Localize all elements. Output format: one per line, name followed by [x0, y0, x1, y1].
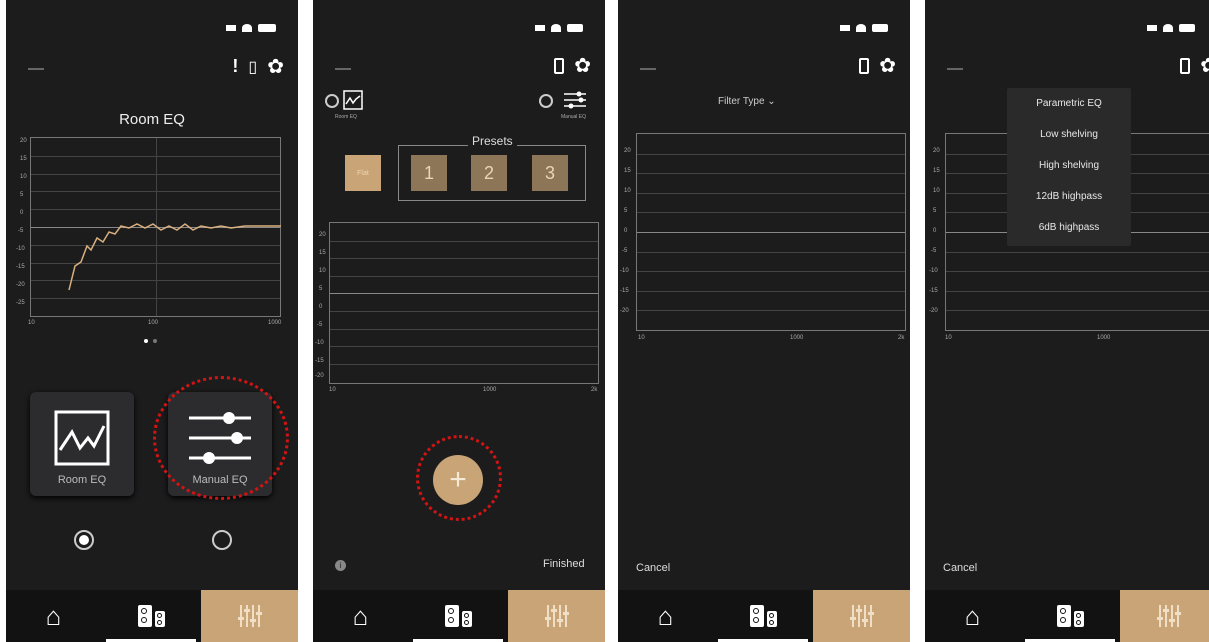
room-eq-radio[interactable] — [325, 94, 339, 108]
gear-icon[interactable]: ✿ — [1200, 56, 1209, 76]
alert-icon[interactable]: ! — [232, 56, 238, 77]
filter-type-menu: Parametric EQ Low shelving High shelving… — [1007, 88, 1131, 246]
screen-room-eq: ! ▯ ✿ Room EQ 20 15 10 5 0 -5 -10 -15 -2… — [6, 0, 298, 642]
room-eq-radio[interactable] — [74, 530, 94, 550]
room-eq-label: Room EQ — [335, 114, 357, 120]
screen-filter-menu: ✿ 20 15 10 5 0 -5 -10 -15 -20 10 1000 Pa… — [925, 0, 1209, 642]
filter-type-label: Filter Type — [718, 96, 765, 107]
preset-flat[interactable]: Flat — [345, 155, 381, 191]
room-eq-icon[interactable] — [343, 90, 363, 110]
phone-icon[interactable] — [554, 58, 565, 74]
back-button[interactable] — [28, 68, 44, 70]
tab-speakers[interactable] — [408, 590, 508, 642]
screen-filter-type: ✿ Filter Type ⌄ 20 15 10 5 0 -5 -10 -15 … — [618, 0, 910, 642]
manual-eq-label: Manual EQ — [561, 114, 587, 120]
finished-button[interactable]: Finished — [543, 558, 585, 570]
manual-eq-radio[interactable] — [212, 530, 232, 550]
tab-equalizer[interactable] — [813, 590, 910, 642]
menu-item-low-shelving[interactable]: Low shelving — [1007, 119, 1131, 150]
eq-chart — [329, 222, 599, 384]
room-eq-label: Room EQ — [57, 474, 107, 486]
home-icon: ⌂ — [45, 601, 62, 631]
room-eq-icon — [54, 410, 110, 466]
filter-type-dropdown[interactable]: Filter Type ⌄ — [718, 96, 776, 107]
tab-bar: ⌂ — [925, 590, 1209, 642]
screen-manual-eq: ✿ Room EQ Manual EQ Presets Flat 1 2 3 2… — [313, 0, 605, 642]
menu-item-6db-highpass[interactable]: 6dB highpass — [1007, 212, 1131, 243]
highlight-circle — [416, 435, 502, 521]
tab-equalizer[interactable] — [1120, 590, 1209, 642]
menu-item-high-shelving[interactable]: High shelving — [1007, 150, 1131, 181]
page-dots — [144, 339, 157, 343]
eq-chart — [636, 133, 906, 331]
preset-3[interactable]: 3 — [532, 155, 568, 191]
back-button[interactable] — [640, 68, 656, 70]
speakers-icon — [137, 605, 165, 627]
menu-item-12db-highpass[interactable]: 12dB highpass — [1007, 181, 1131, 212]
phone-disconnected-icon[interactable]: ▯ — [248, 57, 257, 77]
home-icon: ⌂ — [964, 601, 981, 631]
manual-eq-radio[interactable] — [539, 94, 553, 108]
highlight-circle — [153, 376, 289, 500]
preset-2[interactable]: 2 — [471, 155, 507, 191]
tab-bar: ⌂ — [618, 590, 910, 642]
tab-home[interactable]: ⌂ — [6, 590, 101, 642]
cancel-button[interactable]: Cancel — [636, 562, 670, 574]
status-bar — [840, 24, 888, 32]
preset-1[interactable]: 1 — [411, 155, 447, 191]
cancel-button[interactable]: Cancel — [943, 562, 977, 574]
equalizer-icon — [1156, 605, 1181, 627]
tab-equalizer[interactable] — [201, 590, 298, 642]
room-eq-button[interactable]: Room EQ — [30, 392, 134, 496]
presets-label: Presets — [468, 134, 517, 148]
info-icon[interactable]: i — [335, 560, 346, 571]
status-bar — [1147, 24, 1195, 32]
speakers-icon — [444, 605, 472, 627]
phone-icon[interactable] — [859, 58, 870, 74]
curve-line — [68, 223, 281, 291]
status-bar — [226, 24, 276, 32]
tab-home[interactable]: ⌂ — [313, 590, 408, 642]
gear-icon[interactable]: ✿ — [879, 56, 896, 76]
equalizer-icon — [849, 605, 874, 627]
gear-icon[interactable]: ✿ — [574, 56, 591, 76]
menu-item-parametric-eq[interactable]: Parametric EQ — [1007, 88, 1131, 119]
tab-bar: ⌂ — [313, 590, 605, 642]
tab-home[interactable]: ⌂ — [618, 590, 713, 642]
phone-icon[interactable] — [1180, 58, 1191, 74]
home-icon: ⌂ — [657, 601, 674, 631]
back-button[interactable] — [947, 68, 963, 70]
status-bar — [535, 24, 583, 32]
home-icon: ⌂ — [352, 601, 369, 631]
tab-speakers[interactable] — [1020, 590, 1120, 642]
equalizer-icon — [544, 605, 569, 627]
eq-chart — [30, 137, 281, 317]
speakers-icon — [749, 605, 777, 627]
room-eq-curve — [68, 223, 281, 291]
page-title: Room EQ — [119, 111, 185, 128]
back-button[interactable] — [335, 68, 351, 70]
sliders-icon[interactable] — [563, 90, 587, 110]
chevron-down-icon: ⌄ — [767, 96, 776, 107]
tab-speakers[interactable] — [101, 590, 201, 642]
speakers-icon — [1056, 605, 1084, 627]
tab-bar: ⌂ — [6, 590, 298, 642]
tab-speakers[interactable] — [713, 590, 813, 642]
equalizer-icon — [237, 605, 262, 627]
tab-home[interactable]: ⌂ — [925, 590, 1020, 642]
gear-icon[interactable]: ✿ — [267, 57, 284, 77]
tab-equalizer[interactable] — [508, 590, 605, 642]
